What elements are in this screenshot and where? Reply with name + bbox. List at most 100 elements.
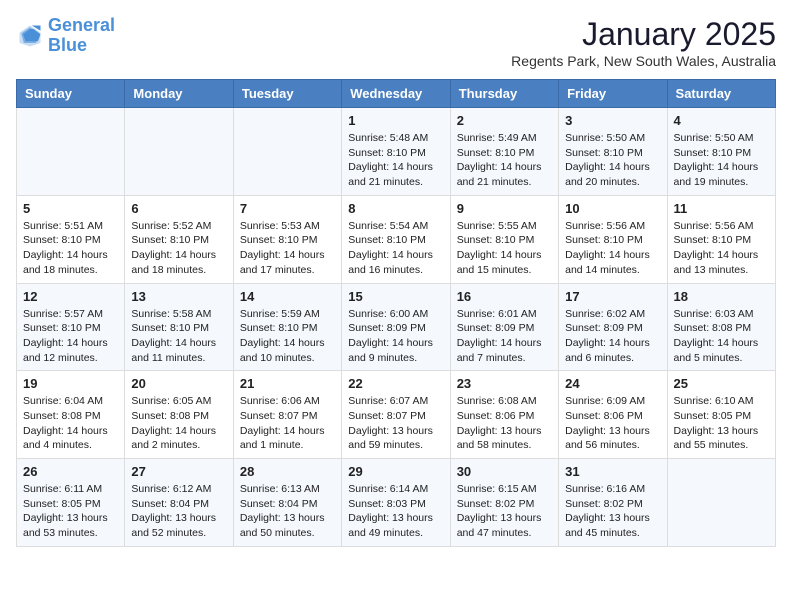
day-number-3: 3 — [565, 113, 660, 128]
day-number-2: 2 — [457, 113, 552, 128]
day-number-5: 5 — [23, 201, 118, 216]
day-number-25: 25 — [674, 376, 769, 391]
day-content-26: Sunrise: 6:11 AMSunset: 8:05 PMDaylight:… — [23, 482, 118, 541]
day-cell-21: 21 Sunrise: 6:06 AMSunset: 8:07 PMDayligh… — [233, 371, 341, 459]
day-cell-29: 29 Sunrise: 6:14 AMSunset: 8:03 PMDayligh… — [342, 459, 450, 547]
empty-cell — [667, 459, 775, 547]
day-cell-8: 8Sunrise: 5:54 AMSunset: 8:10 PMDaylight… — [342, 195, 450, 283]
day-cell-17: 17Sunrise: 6:02 AMSunset: 8:09 PMDayligh… — [559, 283, 667, 371]
day-content-13: Sunrise: 5:58 AMSunset: 8:10 PMDaylight:… — [131, 307, 226, 366]
week-row-2: 5Sunrise: 5:51 AMSunset: 8:10 PMDaylight… — [17, 195, 776, 283]
day-number-24: 24 — [565, 376, 660, 391]
day-content-24: Sunrise: 6:09 AMSunset: 8:06 PMDaylight:… — [565, 394, 660, 453]
day-number-12: 12 — [23, 289, 118, 304]
day-cell-13: 13 Sunrise: 5:58 AMSunset: 8:10 PMDayligh… — [125, 283, 233, 371]
day-cell-30: 30 Sunrise: 6:15 AMSunset: 8:02 PMDayligh… — [450, 459, 558, 547]
weekday-header-monday: Monday — [125, 80, 233, 108]
day-cell-7: 7Sunrise: 5:53 AMSunset: 8:10 PMDaylight… — [233, 195, 341, 283]
empty-cell — [233, 108, 341, 196]
day-cell-25: 25 Sunrise: 6:10 AMSunset: 8:05 PMDayligh… — [667, 371, 775, 459]
day-cell-11: 11 Sunrise: 5:56 AMSunset: 8:10 PMDayligh… — [667, 195, 775, 283]
logo-blue: Blue — [48, 35, 87, 55]
day-number-11: 11 — [674, 201, 769, 216]
day-number-8: 8 — [348, 201, 443, 216]
day-content-31: Sunrise: 6:16 AMSunset: 8:02 PMDaylight:… — [565, 482, 660, 541]
day-number-20: 20 — [131, 376, 226, 391]
day-number-29: 29 — [348, 464, 443, 479]
day-content-16: Sunrise: 6:01 AMSunset: 8:09 PMDaylight:… — [457, 307, 552, 366]
day-content-22: Sunrise: 6:07 AMSunset: 8:07 PMDaylight:… — [348, 394, 443, 453]
logo-general: General — [48, 15, 115, 35]
day-cell-14: 14Sunrise: 5:59 AMSunset: 8:10 PMDayligh… — [233, 283, 341, 371]
day-content-1: Sunrise: 5:48 AMSunset: 8:10 PMDaylight:… — [348, 131, 443, 190]
day-content-9: Sunrise: 5:55 AMSunset: 8:10 PMDaylight:… — [457, 219, 552, 278]
day-cell-27: 27 Sunrise: 6:12 AMSunset: 8:04 PMDayligh… — [125, 459, 233, 547]
day-content-2: Sunrise: 5:49 AMSunset: 8:10 PMDaylight:… — [457, 131, 552, 190]
day-number-16: 16 — [457, 289, 552, 304]
calendar-table: SundayMondayTuesdayWednesdayThursdayFrid… — [16, 79, 776, 547]
day-number-1: 1 — [348, 113, 443, 128]
day-content-15: Sunrise: 6:00 AMSunset: 8:09 PMDaylight:… — [348, 307, 443, 366]
day-cell-26: 26 Sunrise: 6:11 AMSunset: 8:05 PMDayligh… — [17, 459, 125, 547]
day-content-20: Sunrise: 6:05 AMSunset: 8:08 PMDaylight:… — [131, 394, 226, 453]
day-number-13: 13 — [131, 289, 226, 304]
page-header: General Blue January 2025 Regents Park, … — [16, 16, 776, 69]
day-content-21: Sunrise: 6:06 AMSunset: 8:07 PMDaylight:… — [240, 394, 335, 453]
day-number-4: 4 — [674, 113, 769, 128]
day-number-31: 31 — [565, 464, 660, 479]
day-number-21: 21 — [240, 376, 335, 391]
empty-cell — [125, 108, 233, 196]
day-number-18: 18 — [674, 289, 769, 304]
day-cell-9: 9Sunrise: 5:55 AMSunset: 8:10 PMDaylight… — [450, 195, 558, 283]
day-content-30: Sunrise: 6:15 AMSunset: 8:02 PMDaylight:… — [457, 482, 552, 541]
day-cell-10: 10Sunrise: 5:56 AMSunset: 8:10 PMDayligh… — [559, 195, 667, 283]
day-cell-23: 23Sunrise: 6:08 AMSunset: 8:06 PMDayligh… — [450, 371, 558, 459]
day-cell-28: 28Sunrise: 6:13 AMSunset: 8:04 PMDayligh… — [233, 459, 341, 547]
weekday-header-thursday: Thursday — [450, 80, 558, 108]
day-content-27: Sunrise: 6:12 AMSunset: 8:04 PMDaylight:… — [131, 482, 226, 541]
day-content-3: Sunrise: 5:50 AMSunset: 8:10 PMDaylight:… — [565, 131, 660, 190]
day-cell-12: 12Sunrise: 5:57 AMSunset: 8:10 PMDayligh… — [17, 283, 125, 371]
week-row-4: 19Sunrise: 6:04 AMSunset: 8:08 PMDayligh… — [17, 371, 776, 459]
day-content-14: Sunrise: 5:59 AMSunset: 8:10 PMDaylight:… — [240, 307, 335, 366]
day-cell-4: 4Sunrise: 5:50 AMSunset: 8:10 PMDaylight… — [667, 108, 775, 196]
week-row-5: 26 Sunrise: 6:11 AMSunset: 8:05 PMDayligh… — [17, 459, 776, 547]
day-content-11: Sunrise: 5:56 AMSunset: 8:10 PMDaylight:… — [674, 219, 769, 278]
weekday-header-row: SundayMondayTuesdayWednesdayThursdayFrid… — [17, 80, 776, 108]
day-cell-15: 15Sunrise: 6:00 AMSunset: 8:09 PMDayligh… — [342, 283, 450, 371]
week-row-3: 12Sunrise: 5:57 AMSunset: 8:10 PMDayligh… — [17, 283, 776, 371]
day-cell-6: 6 Sunrise: 5:52 AMSunset: 8:10 PMDaylight… — [125, 195, 233, 283]
day-content-6: Sunrise: 5:52 AMSunset: 8:10 PMDaylight:… — [131, 219, 226, 278]
title-section: January 2025 Regents Park, New South Wal… — [511, 16, 776, 69]
day-content-29: Sunrise: 6:14 AMSunset: 8:03 PMDaylight:… — [348, 482, 443, 541]
empty-cell — [17, 108, 125, 196]
day-number-28: 28 — [240, 464, 335, 479]
day-content-18: Sunrise: 6:03 AMSunset: 8:08 PMDaylight:… — [674, 307, 769, 366]
day-number-30: 30 — [457, 464, 552, 479]
day-cell-18: 18 Sunrise: 6:03 AMSunset: 8:08 PMDayligh… — [667, 283, 775, 371]
calendar-title: January 2025 — [511, 16, 776, 53]
day-cell-31: 31 Sunrise: 6:16 AMSunset: 8:02 PMDayligh… — [559, 459, 667, 547]
logo: General Blue — [16, 16, 115, 56]
day-number-19: 19 — [23, 376, 118, 391]
weekday-header-wednesday: Wednesday — [342, 80, 450, 108]
day-cell-2: 2 Sunrise: 5:49 AMSunset: 8:10 PMDaylight… — [450, 108, 558, 196]
weekday-header-friday: Friday — [559, 80, 667, 108]
day-content-25: Sunrise: 6:10 AMSunset: 8:05 PMDaylight:… — [674, 394, 769, 453]
week-row-1: 1 Sunrise: 5:48 AMSunset: 8:10 PMDaylight… — [17, 108, 776, 196]
day-number-6: 6 — [131, 201, 226, 216]
day-number-27: 27 — [131, 464, 226, 479]
day-number-26: 26 — [23, 464, 118, 479]
logo-icon — [16, 22, 44, 50]
day-content-7: Sunrise: 5:53 AMSunset: 8:10 PMDaylight:… — [240, 219, 335, 278]
day-cell-5: 5Sunrise: 5:51 AMSunset: 8:10 PMDaylight… — [17, 195, 125, 283]
day-cell-20: 20 Sunrise: 6:05 AMSunset: 8:08 PMDayligh… — [125, 371, 233, 459]
weekday-header-sunday: Sunday — [17, 80, 125, 108]
day-cell-24: 24 Sunrise: 6:09 AMSunset: 8:06 PMDayligh… — [559, 371, 667, 459]
day-cell-19: 19Sunrise: 6:04 AMSunset: 8:08 PMDayligh… — [17, 371, 125, 459]
day-cell-16: 16 Sunrise: 6:01 AMSunset: 8:09 PMDayligh… — [450, 283, 558, 371]
day-number-23: 23 — [457, 376, 552, 391]
weekday-header-saturday: Saturday — [667, 80, 775, 108]
day-number-22: 22 — [348, 376, 443, 391]
day-content-17: Sunrise: 6:02 AMSunset: 8:09 PMDaylight:… — [565, 307, 660, 366]
